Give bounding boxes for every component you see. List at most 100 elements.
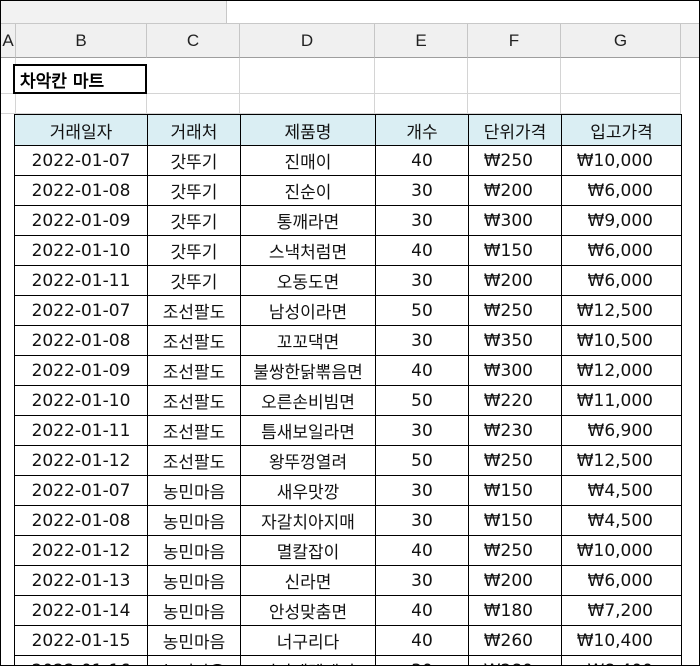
- cell-vendor[interactable]: 조선팔도: [147, 355, 241, 386]
- cell-product[interactable]: 남성이라면: [240, 295, 376, 326]
- cell-quantity[interactable]: 30: [375, 325, 469, 356]
- cell[interactable]: [240, 94, 375, 114]
- cell-product[interactable]: 신라면: [240, 565, 376, 596]
- name-box[interactable]: [1, 1, 227, 23]
- cell[interactable]: [240, 58, 375, 94]
- cell-total-price[interactable]: ₩10,000: [561, 145, 682, 176]
- cell-date[interactable]: 2022-01-09: [14, 205, 148, 236]
- cell-date[interactable]: 2022-01-07: [14, 475, 148, 506]
- cell-unit-price[interactable]: ₩200: [468, 565, 562, 596]
- cell-vendor[interactable]: 조선팔도: [147, 325, 241, 356]
- header-quantity[interactable]: 개수: [375, 114, 469, 146]
- sheet-title-cell[interactable]: 차악칸 마트: [13, 64, 147, 94]
- cell-unit-price[interactable]: ₩150: [468, 235, 562, 266]
- cell[interactable]: [375, 94, 468, 114]
- cell-vendor[interactable]: 조선팔도: [147, 385, 241, 416]
- cell-date[interactable]: 2022-01-12: [14, 535, 148, 566]
- cell-unit-price[interactable]: ₩180: [468, 595, 562, 626]
- cell-date[interactable]: 2022-01-10: [14, 385, 148, 416]
- cell-vendor[interactable]: 농민마음: [147, 505, 241, 536]
- header-date[interactable]: 거래일자: [14, 114, 148, 146]
- cell-product[interactable]: 불쌍한닭뽂음면: [240, 355, 376, 386]
- cell-quantity[interactable]: 50: [375, 385, 469, 416]
- cell-product[interactable]: 안성맞춤면: [240, 595, 376, 626]
- cell-quantity[interactable]: 40: [375, 625, 469, 656]
- cell-quantity[interactable]: 30: [375, 565, 469, 596]
- cell-total-price[interactable]: ₩9,000: [561, 205, 682, 236]
- cell-date[interactable]: 2022-01-15: [14, 625, 148, 656]
- cell-vendor[interactable]: 조선팔도: [147, 295, 241, 326]
- cell-product[interactable]: 오동도면: [240, 265, 376, 296]
- cell-date[interactable]: 2022-01-09: [14, 355, 148, 386]
- cell[interactable]: [561, 94, 681, 114]
- cell-total-price[interactable]: ₩6,900: [561, 415, 682, 446]
- column-header-g[interactable]: G: [561, 24, 681, 58]
- cell-unit-price[interactable]: ₩300: [468, 205, 562, 236]
- cell-unit-price[interactable]: ₩200: [468, 265, 562, 296]
- cell-total-price[interactable]: ₩10,500: [561, 325, 682, 356]
- cell[interactable]: [16, 94, 147, 114]
- cell-unit-price[interactable]: ₩260: [468, 625, 562, 656]
- cell-quantity[interactable]: 40: [375, 355, 469, 386]
- cell-date[interactable]: 2022-01-11: [14, 265, 148, 296]
- column-header-a[interactable]: A: [1, 24, 16, 58]
- cell-unit-price[interactable]: ₩150: [468, 475, 562, 506]
- cell-total-price[interactable]: ₩10,400: [561, 625, 682, 656]
- header-vendor[interactable]: 거래처: [147, 114, 241, 146]
- cell-product[interactable]: 진순이: [240, 175, 376, 206]
- cell-product[interactable]: 꼬꼬댁면: [240, 325, 376, 356]
- cell-unit-price[interactable]: ₩250: [468, 535, 562, 566]
- cell-quantity[interactable]: 50: [375, 295, 469, 326]
- cell-total-price[interactable]: ₩6,000: [561, 175, 682, 206]
- cell-unit-price[interactable]: ₩200: [468, 175, 562, 206]
- cell-total-price[interactable]: ₩6,000: [561, 235, 682, 266]
- cell-vendor[interactable]: 농민마음: [147, 595, 241, 626]
- cell-total-price[interactable]: ₩11,000: [561, 385, 682, 416]
- cell-date[interactable]: 2022-01-14: [14, 595, 148, 626]
- cell-quantity[interactable]: 30: [375, 205, 469, 236]
- cell-product[interactable]: 너구리다: [240, 625, 376, 656]
- column-header-b[interactable]: B: [16, 24, 147, 58]
- header-total-price[interactable]: 입고가격: [561, 114, 682, 146]
- cell-total-price[interactable]: ₩12,500: [561, 445, 682, 476]
- cell-date[interactable]: 2022-01-11: [14, 415, 148, 446]
- cell-total-price[interactable]: ₩7,200: [561, 595, 682, 626]
- header-unit-price[interactable]: 단위가격: [468, 114, 562, 146]
- column-header-f[interactable]: F: [468, 24, 561, 58]
- cell-quantity[interactable]: 50: [375, 445, 469, 476]
- cell-vendor[interactable]: 갓뚜기: [147, 145, 241, 176]
- cell-unit-price[interactable]: ₩220: [468, 385, 562, 416]
- cell-date[interactable]: 2022-01-07: [14, 295, 148, 326]
- cell[interactable]: [468, 58, 561, 94]
- cell[interactable]: [147, 94, 240, 114]
- cell-date[interactable]: 2022-01-08: [14, 505, 148, 536]
- cell-product[interactable]: 틈새보일라면: [240, 415, 376, 446]
- cell[interactable]: [375, 58, 468, 94]
- cell-quantity[interactable]: 40: [375, 145, 469, 176]
- cell-vendor[interactable]: 농민마음: [147, 655, 241, 665]
- cell-vendor[interactable]: 갓뚜기: [147, 175, 241, 206]
- column-header-d[interactable]: D: [240, 24, 375, 58]
- cell[interactable]: [468, 94, 561, 114]
- cell-date[interactable]: 2022-01-16: [14, 655, 148, 665]
- cell-total-price[interactable]: ₩10,000: [561, 535, 682, 566]
- cell-vendor[interactable]: 갓뚜기: [147, 205, 241, 236]
- cell-product[interactable]: 진매이: [240, 145, 376, 176]
- cell-total-price[interactable]: ₩6,000: [561, 565, 682, 596]
- cell-unit-price[interactable]: ₩150: [468, 505, 562, 536]
- cell-quantity[interactable]: 30: [375, 265, 469, 296]
- column-header-h[interactable]: [681, 24, 699, 58]
- cell-unit-price[interactable]: ₩300: [468, 355, 562, 386]
- cell-quantity[interactable]: 40: [375, 235, 469, 266]
- cell-date[interactable]: 2022-01-10: [14, 235, 148, 266]
- cell-product[interactable]: 새우맛깡: [240, 475, 376, 506]
- cell-vendor[interactable]: 농민마음: [147, 565, 241, 596]
- cell-unit-price[interactable]: ₩230: [468, 415, 562, 446]
- cell[interactable]: [1, 94, 16, 114]
- cell-vendor[interactable]: 갓뚜기: [147, 265, 241, 296]
- column-header-c[interactable]: C: [147, 24, 240, 58]
- cell-vendor[interactable]: 농민마음: [147, 475, 241, 506]
- cell-product[interactable]: 스낵처럼면: [240, 235, 376, 266]
- cell-total-price[interactable]: ₩12,000: [561, 355, 682, 386]
- cell-product[interactable]: 통깨라면: [240, 205, 376, 236]
